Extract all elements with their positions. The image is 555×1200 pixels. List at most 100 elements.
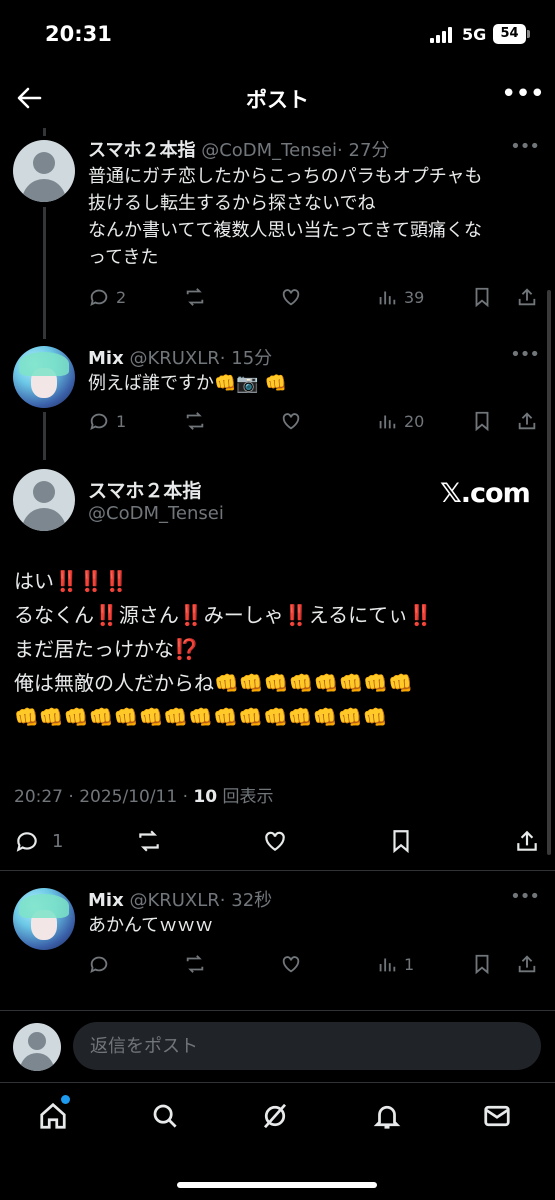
reply-input[interactable] [73,1022,541,1070]
post-text: はい‼️‼️‼️ るなくん‼️源さん‼️みーしゃ‼️えるにてぃ‼️ まだ居たっけ… [14,569,434,729]
user-handle[interactable]: @CoDM_Tensei [201,140,337,161]
like-button[interactable] [280,282,302,312]
bookmark-icon [475,411,489,432]
share-icon [518,955,536,973]
post-header: ポスト ••• [0,70,555,126]
status-bar: 20:31 5G 54 [0,0,555,70]
share-icon [518,412,536,430]
reply-count: 1 [52,830,64,852]
reply-text: 普通にガチ恋したからこっちのパラもオプチャも 抜けるし転生するから探さないでね … [88,166,483,268]
post-timestamp: 20:27 · 2025/10/11 · 10 回表示 [14,782,273,807]
reply-button[interactable]: 1 [88,406,126,436]
home-icon [40,1102,66,1129]
post-time: · 32秒 [219,890,273,911]
action-row: 2 39 [88,282,543,312]
bookmark-button[interactable] [388,826,414,856]
bar-chart-icon [379,415,396,429]
divider [0,870,555,871]
user-handle[interactable]: @KRUXLR [129,890,219,911]
post-datetime: 20:27 · 2025/10/11 · [14,787,194,807]
bottom-tab-bar [0,1082,555,1200]
bookmark-icon [475,287,489,308]
repost-icon [139,830,159,852]
reply-post[interactable]: スマホ２本指 @CoDM_Tensei· 27分 ••• 普通にガチ恋したからこ… [0,128,555,336]
reply-button[interactable]: 1 [14,826,63,856]
like-button[interactable] [280,949,302,979]
scrollbar[interactable] [547,290,551,855]
user-handle[interactable]: @KRUXLR [129,348,219,369]
tab-home[interactable] [38,1101,72,1135]
post-view-label: 回表示 [217,787,274,807]
tab-grok[interactable] [260,1101,294,1135]
avatar[interactable] [13,140,75,202]
reply-button[interactable] [88,949,110,979]
share-button[interactable] [516,949,538,979]
home-indicator [177,1182,377,1188]
reply-more-button[interactable]: ••• [510,886,540,907]
heart-icon [282,956,300,973]
post-time: · 27分 [337,140,390,161]
network-type: 5G [462,25,487,44]
views-button[interactable]: 1 [376,949,414,979]
like-button[interactable] [262,826,288,856]
like-button[interactable] [280,406,302,436]
reply-text: 例えば誰ですか👊📷 👊 [88,373,287,394]
share-button[interactable] [516,406,538,436]
action-row: 1 20 [88,406,543,436]
bookmark-button[interactable] [471,406,493,436]
x-com-watermark: 𝕏.com [440,478,531,509]
share-button[interactable] [516,282,538,312]
view-count: 1 [404,954,415,974]
display-name[interactable]: Mix [88,890,124,911]
main-action-row: 1 [14,826,542,858]
notification-dot [61,1095,70,1104]
display-name[interactable]: スマホ２本指 [88,140,195,161]
views-button[interactable]: 39 [376,282,424,312]
repost-icon [186,955,204,973]
tab-notifications[interactable] [372,1101,406,1135]
reply-count: 1 [116,411,127,431]
reply-more-button[interactable]: ••• [510,344,540,365]
avatar[interactable] [13,888,75,950]
display-name[interactable]: Mix [88,348,124,369]
battery-icon: 54 [493,24,530,44]
views-button[interactable]: 20 [376,406,424,436]
avatar[interactable] [13,346,75,408]
divider [0,1010,555,1011]
share-icon [517,830,537,851]
repost-button[interactable] [184,282,206,312]
bookmark-icon [475,954,489,975]
own-avatar[interactable] [13,1023,61,1071]
post-view-count: 10 [193,787,218,807]
reply-button[interactable]: 2 [88,282,126,312]
reply-header: Mix @KRUXLR· 15分 [88,344,272,370]
reply-post[interactable]: Mix @KRUXLR· 15分 ••• 例えば誰ですか👊📷 👊 1 20 [0,336,555,460]
bookmark-button[interactable] [471,282,493,312]
repost-button[interactable] [184,949,206,979]
display-name[interactable]: スマホ２本指 [88,476,201,503]
bookmark-icon [393,830,409,854]
user-handle[interactable]: @CoDM_Tensei [88,503,224,524]
search-icon [153,1104,177,1128]
repost-button[interactable] [184,406,206,436]
view-count: 39 [404,287,425,307]
heart-icon [265,831,285,851]
heart-icon [282,289,300,306]
tab-messages[interactable] [482,1101,516,1135]
reply-count: 2 [116,287,127,307]
avatar[interactable] [13,469,75,531]
grok-icon [263,1103,287,1129]
action-row: 1 [88,949,543,979]
reply-post[interactable]: Mix @KRUXLR· 32秒 ••• あかんてｗｗｗ 1 [0,872,555,1002]
tab-search[interactable] [150,1101,184,1135]
view-count: 20 [404,411,425,431]
bookmark-button[interactable] [471,949,493,979]
mail-icon [484,1105,510,1127]
repost-button[interactable] [136,826,162,856]
reply-more-button[interactable]: ••• [510,136,540,157]
more-options-button[interactable]: ••• [501,81,545,112]
bell-icon [373,1105,401,1129]
share-icon [518,288,536,306]
share-button[interactable] [514,826,540,856]
comment-icon [90,956,108,974]
